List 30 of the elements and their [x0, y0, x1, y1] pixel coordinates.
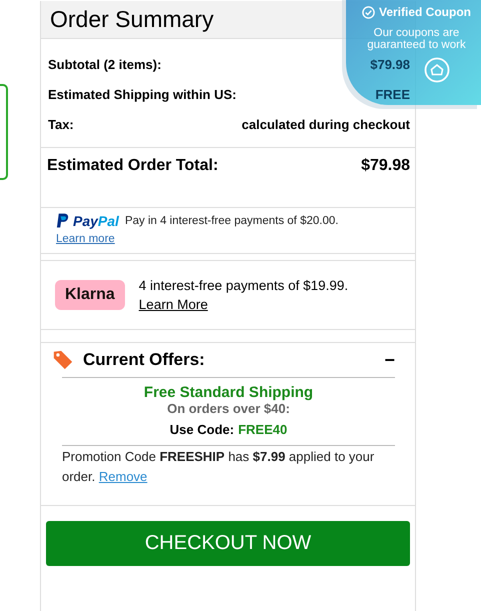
badge-message: Our coupons are guaranteed to work	[366, 27, 467, 51]
summary-label: Estimated Shipping within US:	[48, 86, 236, 102]
offer-condition: On orders over $40:	[167, 401, 290, 416]
code-label: Use Code:	[170, 422, 234, 437]
offer-headline: Free Standard Shipping	[144, 384, 314, 401]
klarna-logo: Klarna	[55, 280, 125, 310]
checkout-button[interactable]: CHECKOUT NOW	[46, 521, 410, 566]
summary-label: Subtotal (2 items):	[48, 56, 162, 72]
tag-icon	[52, 349, 74, 371]
home-icon	[424, 57, 450, 83]
paypal-p-icon	[56, 213, 69, 229]
total-value: $79.98	[361, 157, 410, 176]
promo-code: FREE40	[238, 422, 288, 437]
learn-more-link[interactable]: Learn More	[138, 297, 208, 312]
summary-value: FREE	[375, 86, 410, 102]
offers-title: Current Offers:	[83, 350, 206, 370]
paypal-logo: PayPal	[73, 213, 119, 229]
summary-value: $79.98	[370, 56, 410, 72]
learn-more-link[interactable]: Learn more	[56, 233, 115, 245]
panel-title: Order Summary	[50, 6, 214, 33]
summary-value: calculated during checkout	[242, 116, 410, 132]
remove-link[interactable]: Remove	[98, 469, 148, 484]
total-label: Estimated Order Total:	[47, 157, 218, 176]
badge-title: Verified Coupon	[378, 5, 471, 19]
klarna-message: 4 interest-free payments of $19.99.	[138, 278, 348, 293]
collapse-toggle[interactable]: −	[384, 350, 395, 370]
check-icon	[362, 6, 375, 18]
paypal-message: Pay in 4 interest-free payments of $20.00.	[124, 215, 338, 227]
summary-label: Tax:	[48, 116, 74, 132]
promo-message: Promotion Code FREESHIP has $7.99 applied to your order. Remove	[62, 448, 376, 486]
